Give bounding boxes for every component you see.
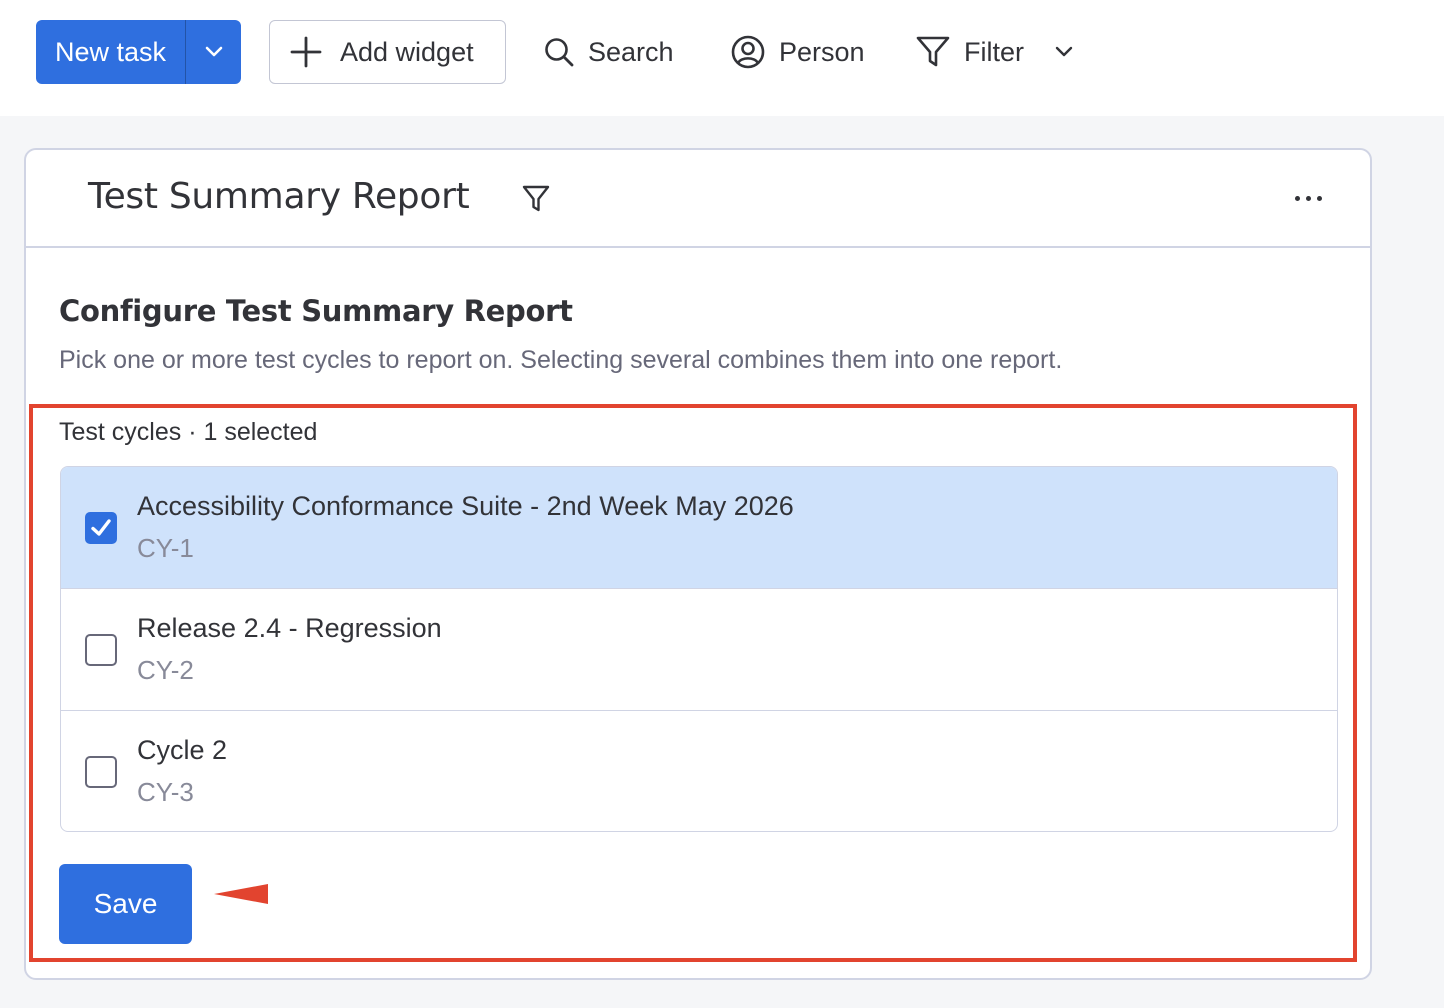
person-icon <box>731 35 765 69</box>
new-task-dropdown-button[interactable] <box>186 20 241 84</box>
cycle-title: Release 2.4 - Regression <box>137 613 442 643</box>
widget-card: Test Summary Report Configure Test Summa… <box>24 148 1372 980</box>
checkmark-icon <box>91 519 111 536</box>
filter-icon <box>522 185 550 212</box>
more-dot <box>1305 195 1311 201</box>
person-filter-button[interactable]: Person <box>731 20 865 84</box>
search-label: Search <box>588 36 674 67</box>
cycle-row[interactable]: Release 2.4 - Regression CY-2 <box>61 589 1337 711</box>
cycle-code: CY-3 <box>137 777 194 807</box>
filter-button[interactable]: Filter <box>916 20 1074 84</box>
chevron-down-icon <box>205 46 222 57</box>
cycle-code: CY-1 <box>137 533 194 563</box>
widget-filter-button[interactable] <box>522 184 550 214</box>
configure-title: Configure Test Summary Report <box>59 294 573 328</box>
search-icon <box>545 38 574 67</box>
add-widget-label: Add widget <box>340 36 474 67</box>
widget-header: Test Summary Report <box>26 150 1370 248</box>
annotation-arrow-icon <box>214 884 268 904</box>
more-dot <box>1294 195 1300 201</box>
cycle-checkbox[interactable] <box>85 512 117 544</box>
widget-title: Test Summary Report <box>88 176 470 217</box>
new-task-split-button: New task <box>36 20 241 84</box>
cycle-row[interactable]: Accessibility Conformance Suite - 2nd We… <box>61 467 1337 589</box>
search-button[interactable]: Search <box>544 20 674 84</box>
test-cycles-label: Test cycles · 1 selected <box>59 418 318 446</box>
filter-label: Filter <box>964 36 1024 67</box>
cycle-checkbox[interactable] <box>85 756 117 788</box>
top-toolbar: New task Add widget Search Person Filter <box>0 0 1444 116</box>
save-button[interactable]: Save <box>59 864 192 944</box>
chevron-down-icon <box>1055 46 1073 57</box>
more-options-button[interactable] <box>1288 182 1328 214</box>
plus-icon <box>290 36 322 68</box>
person-label: Person <box>779 36 865 67</box>
new-task-button[interactable]: New task <box>36 20 186 84</box>
add-widget-button[interactable]: Add widget <box>269 20 506 84</box>
cycle-row[interactable]: Cycle 2 CY-3 <box>61 711 1337 831</box>
more-dot <box>1316 195 1322 201</box>
filter-icon <box>916 36 950 67</box>
cycle-checkbox[interactable] <box>85 634 117 666</box>
configure-description: Pick one or more test cycles to report o… <box>59 346 1063 374</box>
test-cycles-list: Accessibility Conformance Suite - 2nd We… <box>60 466 1338 832</box>
cycle-title: Cycle 2 <box>137 735 228 765</box>
cycle-code: CY-2 <box>137 655 194 685</box>
cycle-title: Accessibility Conformance Suite - 2nd We… <box>137 491 794 521</box>
